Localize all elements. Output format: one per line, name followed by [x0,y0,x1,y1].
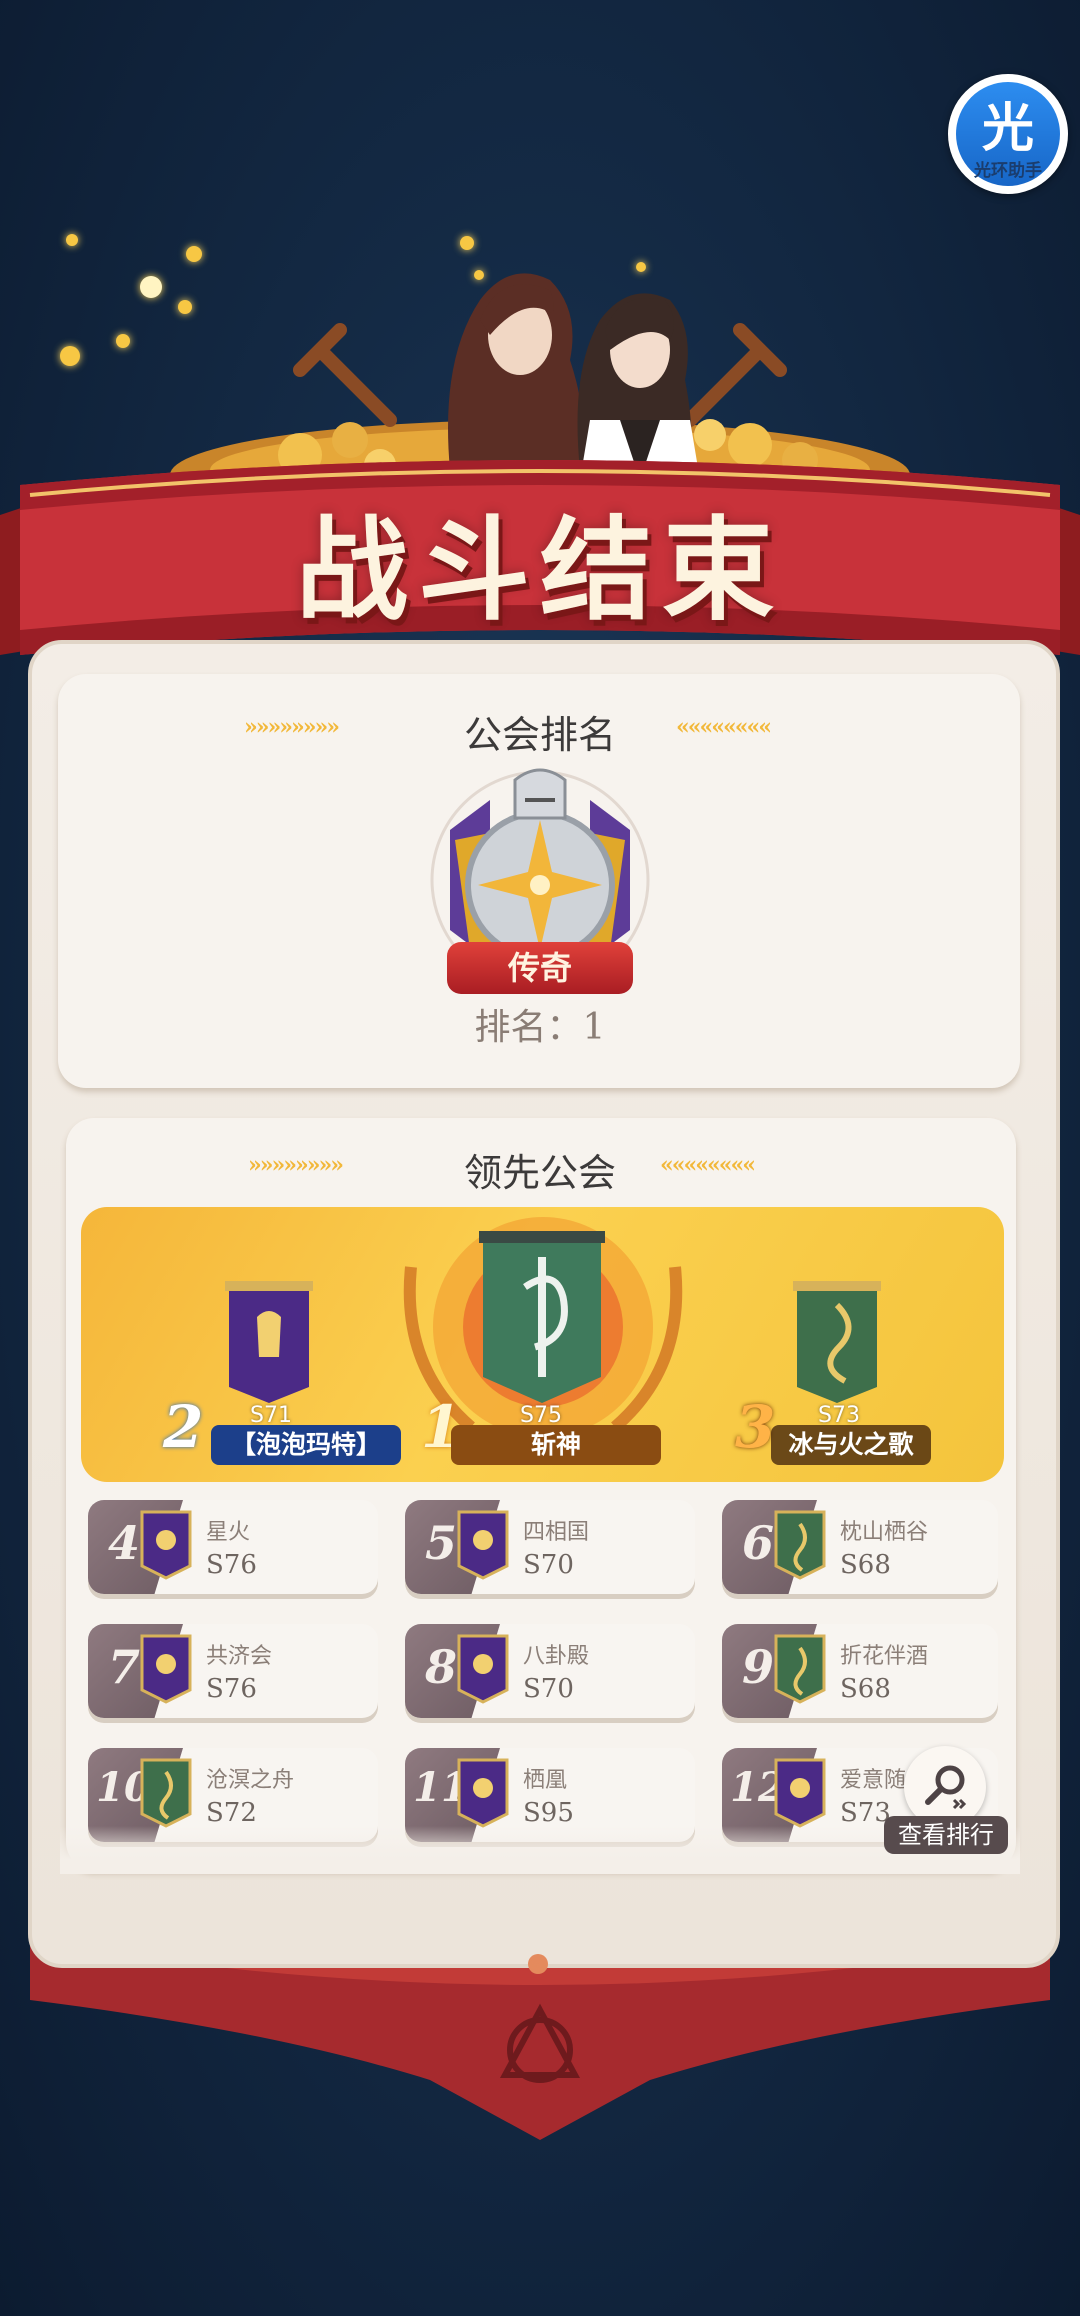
guild-name: 八卦殿 [523,1644,590,1669]
podium-place-3: 3 [735,1393,776,1461]
podium-place-2: 2 [163,1393,204,1461]
view-ranking-button[interactable]: 查看排行 [884,1746,1008,1854]
guild-flag-1-icon [479,1231,605,1403]
sparkle [60,346,80,366]
search-icon [925,1765,967,1810]
guild-rank-item[interactable]: 8 八卦殿 S70 [405,1624,695,1718]
rank-position-text: 排名：1 [474,1007,606,1048]
guild-rank-item[interactable]: 7 共济会 S76 [88,1624,378,1718]
guild-flag-icon [140,1758,192,1828]
guild-flag-icon [774,1634,826,1704]
guild-rank-item[interactable]: 4 星火 S76 [88,1500,378,1594]
guild-flag-2-icon [225,1281,313,1403]
guild-name: 枕山栖谷 [840,1520,929,1545]
helper-badge-label: 光环助手 [974,161,1042,181]
guild-name: 折花伴酒 [840,1644,929,1669]
guild-server: S70 [523,1674,574,1704]
guild-flag-icon [774,1758,826,1828]
guild-flag-icon [774,1510,826,1580]
view-ranking-label: 查看排行 [884,1816,1008,1854]
podium-name-2: 【泡泡玛特】 [211,1425,401,1465]
podium-stage: 2 S71 【泡泡玛特】 1 S75 斩神 3 S73 冰与火之歌 [81,1207,1004,1482]
guild-name: 沧溟之舟 [206,1768,295,1793]
guild-flag-icon [140,1510,192,1580]
sparkle [66,234,78,246]
guild-flag-icon [140,1634,192,1704]
guild-server: S68 [840,1674,891,1704]
sparkle [116,334,130,348]
guild-rank-item[interactable]: 6 枕山栖谷 S68 [722,1500,998,1594]
guild-name: 共济会 [206,1644,273,1669]
guild-name: 星火 [206,1520,251,1545]
guild-flag-icon [457,1510,509,1580]
list-fade [60,1826,1020,1874]
guild-rank-title: 公会排名 [463,713,616,757]
battle-end-title: 战斗结束 [296,505,784,636]
guild-server: S72 [206,1798,257,1828]
podium-name-3: 冰与火之歌 [771,1425,931,1465]
guild-flag-icon [457,1758,509,1828]
guild-name: 四相国 [523,1520,590,1545]
guild-rank-item[interactable]: 9 折花伴酒 S68 [722,1624,998,1718]
guild-server: S95 [523,1798,574,1828]
guild-server: S76 [206,1674,257,1704]
guild-server: S76 [206,1550,257,1580]
helper-badge-glyph: 光 [981,99,1034,159]
podium-name-1: 斩神 [451,1425,661,1465]
guild-server: S70 [523,1550,574,1580]
leader-guilds-title: 领先公会 [463,1151,616,1195]
guild-flag-icon [457,1634,509,1704]
guild-name: 栖凰 [523,1768,568,1793]
guild-rank-item[interactable]: 5 四相国 S70 [405,1500,695,1594]
helper-app-badge[interactable]: 光 光环助手 [948,74,1068,194]
guild-server: S68 [840,1550,891,1580]
rank-tier-label: 传奇 [447,942,633,994]
page-indicator-dot [528,1954,548,1974]
guild-flag-3-icon [793,1281,881,1403]
